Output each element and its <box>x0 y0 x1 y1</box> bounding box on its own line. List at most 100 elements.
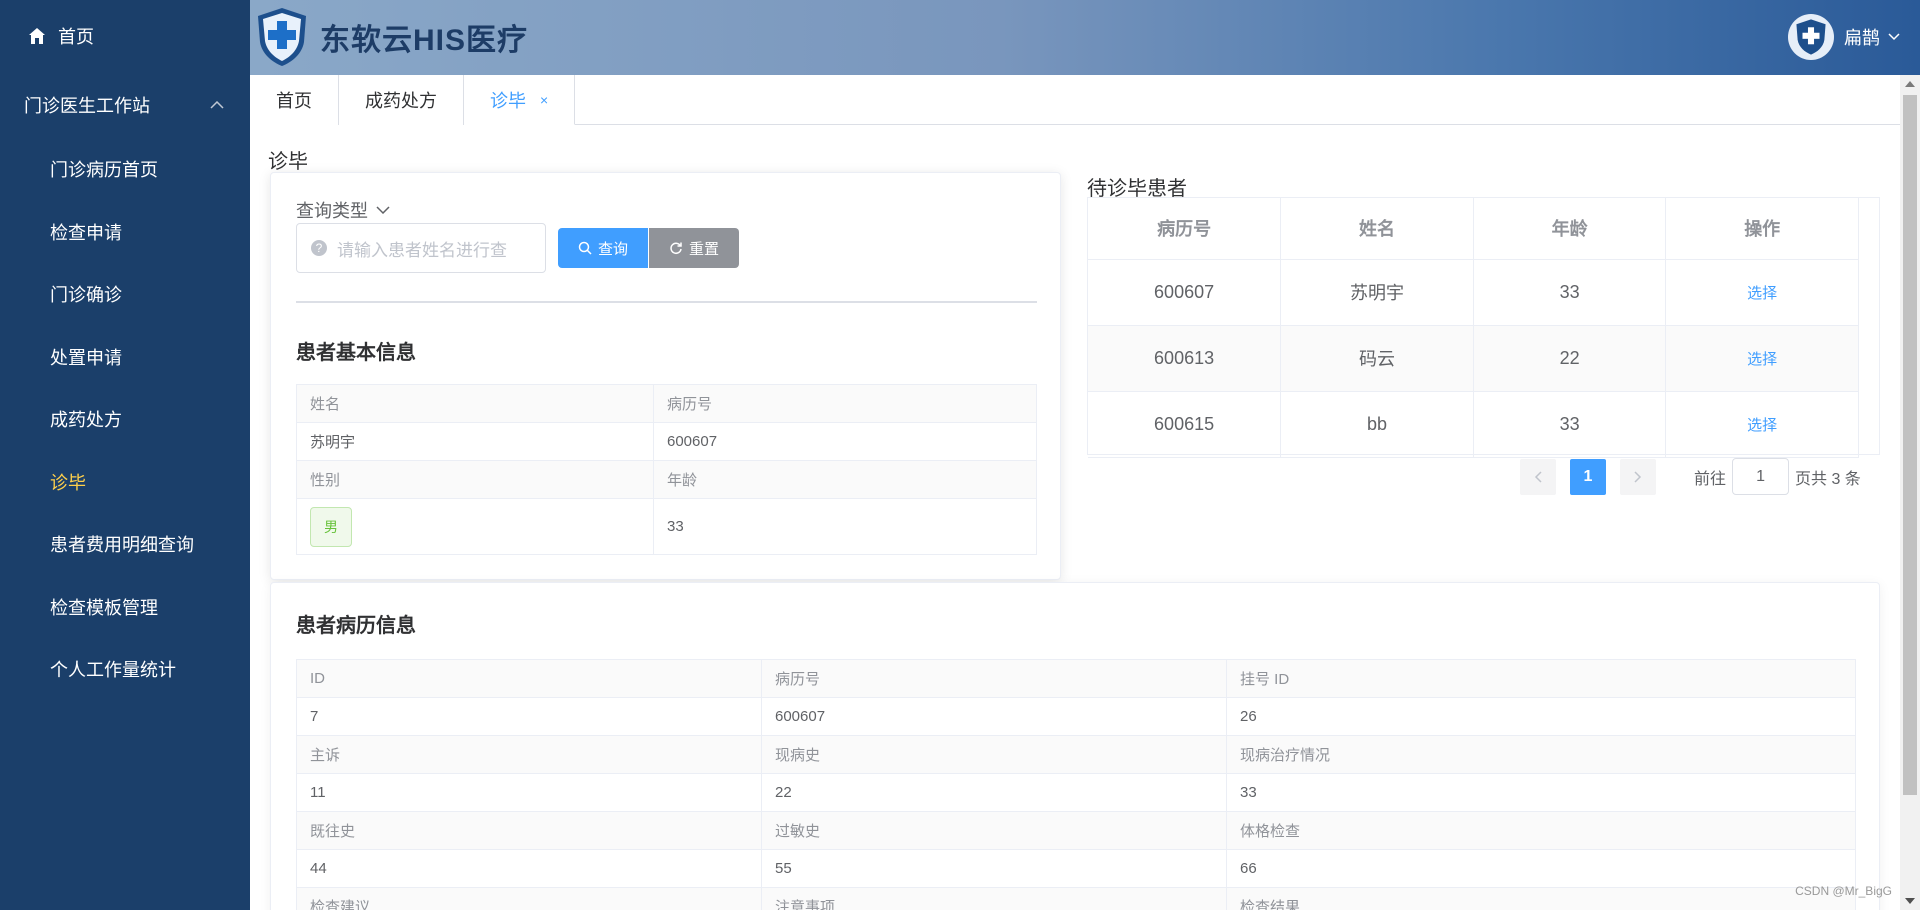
sidebar-item-exam-template[interactable]: 检查模板管理 <box>0 576 250 639</box>
search-icon <box>578 241 592 255</box>
tab-home[interactable]: 首页 <box>250 75 339 125</box>
query-button-label: 查询 <box>597 240 628 258</box>
label-cell: 既往史 <box>296 811 762 850</box>
goto-page-input[interactable]: 1 <box>1732 458 1790 495</box>
value-cell: 7 <box>296 697 762 736</box>
waiting-table: 病历号 姓名 年龄 操作 600607 苏明宇 33 选择 600613 码云 … <box>1087 197 1880 458</box>
chevron-down-icon <box>376 206 390 214</box>
patient-search-input[interactable]: ? 请输入患者姓名进行查 <box>296 223 546 273</box>
query-card: 查询类型 ? 请输入患者姓名进行查 查询 重置 患者基本信息 姓名 病历号 苏明… <box>270 172 1061 580</box>
reset-button[interactable]: 重置 <box>649 228 739 268</box>
next-page-button[interactable] <box>1620 458 1656 495</box>
label-cell: 检查建议 <box>296 887 762 910</box>
table-row: 7 600607 26 <box>296 697 1856 736</box>
user-menu[interactable]: 扁鹊 <box>1788 14 1900 60</box>
page-scrollbar[interactable] <box>1900 75 1920 910</box>
sidebar-item-label: 个人工作量统计 <box>50 660 176 681</box>
sidebar-group-outpatient[interactable]: 门诊医生工作站 <box>0 72 250 138</box>
table-row: 姓名 病历号 <box>296 384 1037 423</box>
sidebar-item-label: 门诊病历首页 <box>50 160 158 181</box>
table-row: 性别 年龄 <box>296 460 1037 499</box>
sidebar-item-treatment-apply[interactable]: 处置申请 <box>0 326 250 389</box>
column-header: 年龄 <box>1473 198 1667 260</box>
sidebar-item-prescription[interactable]: 成药处方 <box>0 388 250 451</box>
table-row: 检查建议 注意事项 检查结果 <box>296 887 1856 910</box>
table-row: 600607 苏明宇 33 选择 <box>1088 259 1859 326</box>
medical-record-title: 患者病历信息 <box>296 615 416 637</box>
scroll-up-arrow[interactable] <box>1905 81 1915 87</box>
sidebar-item-fee-query[interactable]: 患者费用明细查询 <box>0 513 250 576</box>
column-header: 病历号 <box>1088 198 1282 260</box>
table-row: 600615 bb 33 选择 <box>1088 391 1859 458</box>
record-cell: 600615 <box>1088 391 1282 458</box>
action-cell: 选择 <box>1665 259 1859 326</box>
sidebar-item-diagnosis[interactable]: 门诊确诊 <box>0 263 250 326</box>
table-row: 44 55 66 <box>296 849 1856 888</box>
label-cell: 主诉 <box>296 735 762 774</box>
scroll-down-arrow[interactable] <box>1905 898 1915 904</box>
value-cell: 66 <box>1226 849 1856 888</box>
reset-button-label: 重置 <box>688 240 719 258</box>
header: 东软云HIS医疗 扁鹊 <box>250 0 1920 75</box>
shield-cross-icon <box>1796 19 1826 55</box>
patient-age: 33 <box>653 498 1037 555</box>
sidebar: 首页 门诊医生工作站 门诊病历首页 检查申请 门诊确诊 处置申请 成药处方 诊毕… <box>0 0 250 910</box>
table-header-row: 病历号 姓名 年龄 操作 <box>1088 198 1859 260</box>
sidebar-group-label: 门诊医生工作站 <box>24 96 150 116</box>
close-icon[interactable]: × <box>540 92 548 108</box>
patient-basic-title: 患者基本信息 <box>296 342 416 364</box>
sidebar-item-label: 成药处方 <box>50 410 122 431</box>
age-cell: 33 <box>1473 391 1667 458</box>
label-cell: 现病史 <box>761 735 1227 774</box>
sidebar-item-label: 检查模板管理 <box>50 597 158 618</box>
name-label: 姓名 <box>296 384 654 423</box>
goto-label: 前往 <box>1694 470 1727 488</box>
tab-label: 诊毕 <box>490 90 526 111</box>
prev-page-button[interactable] <box>1520 458 1556 495</box>
value-cell: 600607 <box>761 697 1227 736</box>
tab-prescription[interactable]: 成药处方 <box>339 75 464 125</box>
total-count: 页共 3 条 <box>1795 470 1861 488</box>
watermark: CSDN @Mr_BigG <box>1795 884 1892 898</box>
label-cell: 检查结果 <box>1226 887 1856 910</box>
sidebar-item-exam-apply[interactable]: 检查申请 <box>0 201 250 264</box>
sidebar-item-home[interactable]: 首页 <box>0 0 250 72</box>
label-cell: 过敏史 <box>761 811 1227 850</box>
logo: 东软云HIS医疗 <box>254 6 528 68</box>
divider <box>296 301 1037 303</box>
select-link[interactable]: 选择 <box>1747 285 1777 302</box>
refresh-icon <box>670 242 682 255</box>
table-row: 11 22 33 <box>296 773 1856 812</box>
table-row: 苏明宇 600607 <box>296 422 1037 461</box>
record-label: 病历号 <box>653 384 1037 423</box>
value-cell: 44 <box>296 849 762 888</box>
record-cell: 600613 <box>1088 325 1282 392</box>
select-link[interactable]: 选择 <box>1747 351 1777 368</box>
query-button[interactable]: 查询 <box>558 228 648 268</box>
page-number[interactable]: 1 <box>1570 458 1606 495</box>
scroll-thumb[interactable] <box>1903 95 1917 795</box>
name-cell: 码云 <box>1280 325 1474 392</box>
value-cell: 33 <box>1226 773 1856 812</box>
table-row: ID 病历号 挂号 ID <box>296 659 1856 698</box>
pagination: 1 前往 1 页共 3 条 <box>1520 458 1861 495</box>
sidebar-item-record-home[interactable]: 门诊病历首页 <box>0 138 250 201</box>
query-type-dropdown[interactable]: 查询类型 <box>296 197 390 223</box>
sidebar-item-workload[interactable]: 个人工作量统计 <box>0 638 250 701</box>
table-row: 男 33 <box>296 498 1037 555</box>
tab-finish[interactable]: 诊毕 × <box>464 75 576 125</box>
patient-name: 苏明宇 <box>296 422 654 461</box>
select-link[interactable]: 选择 <box>1747 417 1777 434</box>
user-name: 扁鹊 <box>1844 28 1880 48</box>
table-scroll-gutter <box>1858 198 1879 454</box>
sidebar-item-label: 门诊确诊 <box>50 285 122 306</box>
label-cell: 体格检查 <box>1226 811 1856 850</box>
sidebar-item-label: 诊毕 <box>50 472 86 493</box>
value-cell: 26 <box>1226 697 1856 736</box>
shield-cross-icon <box>258 8 306 66</box>
chevron-down-icon <box>1888 33 1900 41</box>
action-cell: 选择 <box>1665 325 1859 392</box>
sidebar-item-finish[interactable]: 诊毕 <box>0 451 250 514</box>
age-label: 年龄 <box>653 460 1037 499</box>
value-cell: 22 <box>761 773 1227 812</box>
